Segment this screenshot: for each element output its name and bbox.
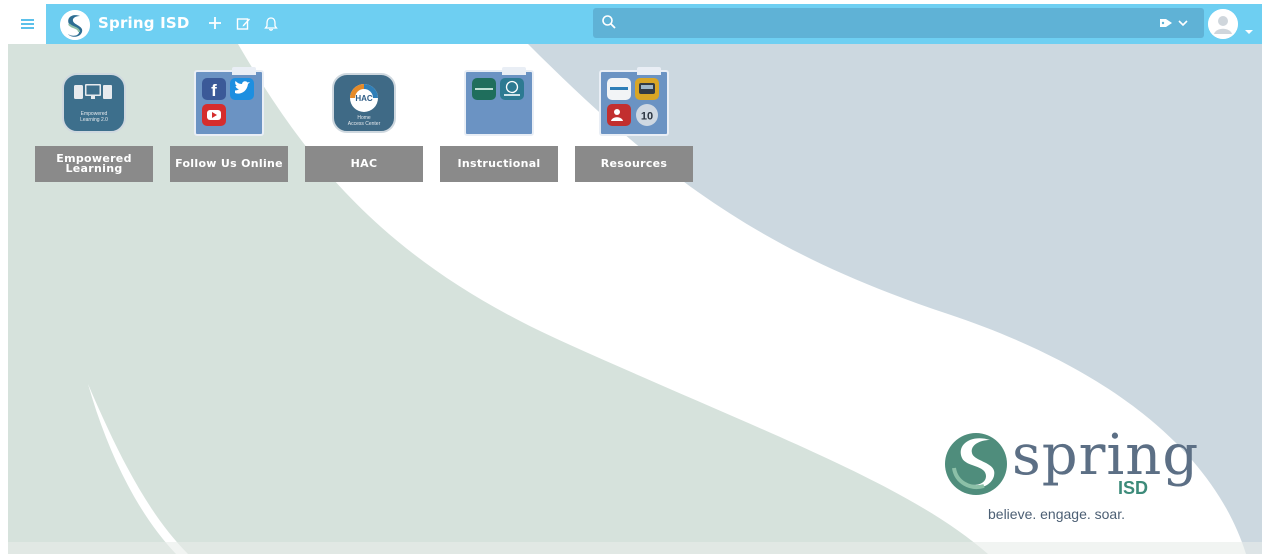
search-icon bbox=[601, 14, 617, 34]
app-label: HAC bbox=[305, 146, 423, 182]
folder-icon: f bbox=[194, 67, 264, 136]
logo-word: spring bbox=[1012, 423, 1200, 488]
folder-icon bbox=[464, 67, 534, 136]
svg-text:Access Center: Access Center bbox=[348, 121, 381, 127]
logo-isd: ISD bbox=[1118, 478, 1149, 498]
brand-logo[interactable] bbox=[60, 10, 90, 40]
top-bar: Spring ISD bbox=[8, 4, 1262, 44]
svg-text:HAC: HAC bbox=[355, 94, 373, 103]
folder-label: Follow Us Online bbox=[170, 146, 288, 182]
avatar-caret-icon[interactable] bbox=[1244, 20, 1254, 39]
spring-swoosh-icon bbox=[945, 433, 1007, 495]
tag-icon bbox=[1160, 19, 1172, 27]
app-label: Empowered Learning bbox=[35, 146, 153, 182]
chevron-down-icon bbox=[1178, 20, 1188, 27]
svg-text:Learning 2.0: Learning 2.0 bbox=[80, 117, 108, 123]
edit-icon[interactable] bbox=[232, 12, 254, 34]
svg-text:f: f bbox=[211, 81, 217, 100]
hac-icon: HAC Home Access Center bbox=[329, 70, 399, 136]
menu-icon bbox=[20, 19, 34, 29]
menu-button[interactable] bbox=[8, 4, 46, 44]
spring-isd-logo: spring ISD believe. engage. soar. bbox=[940, 426, 1198, 536]
folder-label: Resources bbox=[575, 146, 693, 182]
empowered-learning-icon: Empowered Learning 2.0 bbox=[59, 70, 129, 136]
avatar[interactable] bbox=[1208, 9, 1238, 39]
svg-text:10: 10 bbox=[641, 111, 653, 123]
add-icon[interactable] bbox=[204, 12, 226, 34]
contacts-icon bbox=[607, 104, 631, 126]
logo-tagline: believe. engage. soar. bbox=[988, 506, 1125, 522]
bell-icon[interactable] bbox=[260, 12, 282, 34]
folder-label: Instructional bbox=[440, 146, 558, 182]
search-input[interactable] bbox=[593, 8, 1204, 38]
app-title: Spring ISD bbox=[98, 14, 190, 32]
folder-icon: 10 bbox=[599, 67, 669, 136]
tag-filter-button[interactable] bbox=[1159, 15, 1199, 31]
